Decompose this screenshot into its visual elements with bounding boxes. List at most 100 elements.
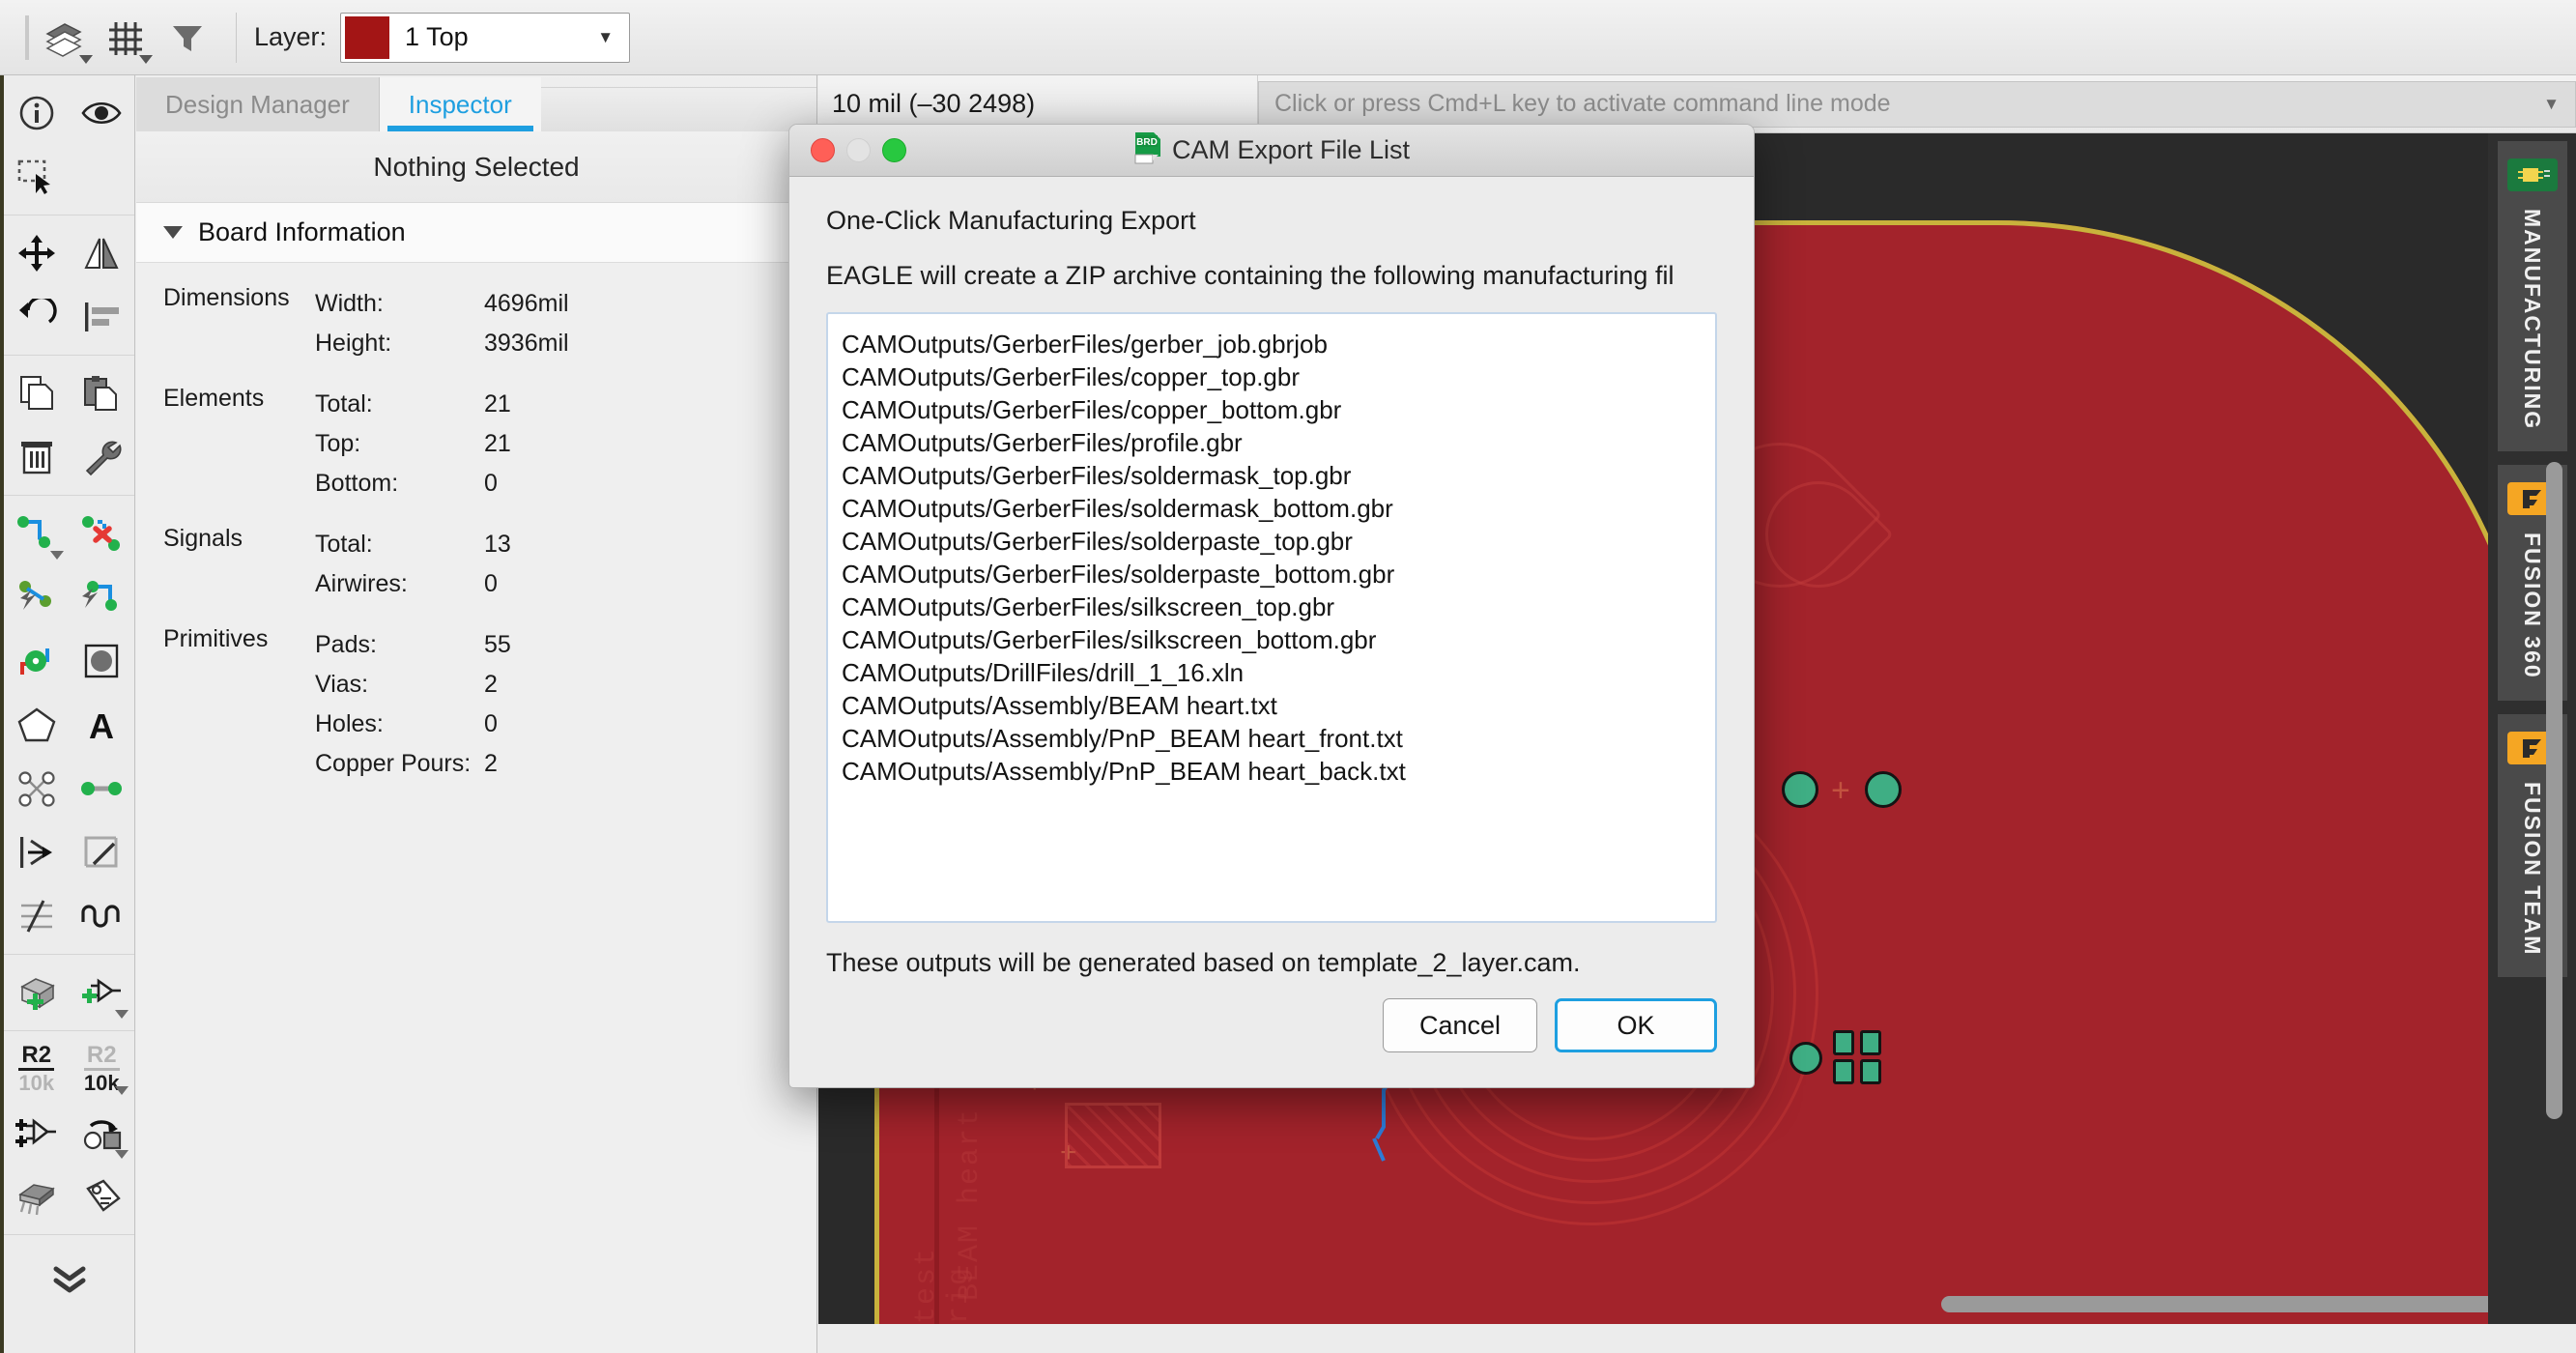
board-information-header[interactable]: Board Information bbox=[136, 203, 816, 263]
move-icon[interactable] bbox=[4, 221, 70, 285]
miter-icon[interactable] bbox=[4, 820, 70, 884]
tab-inspector[interactable]: Inspector bbox=[380, 77, 541, 131]
delete-icon[interactable] bbox=[4, 425, 70, 489]
list-item[interactable]: CAMOutputs/Assembly/PnP_BEAM heart_back.… bbox=[838, 755, 1715, 788]
component-pad[interactable] bbox=[1789, 1042, 1822, 1075]
text-icon[interactable]: A bbox=[70, 693, 135, 757]
list-item[interactable]: CAMOutputs/GerberFiles/solderpaste_botto… bbox=[838, 558, 1715, 590]
list-item[interactable]: CAMOutputs/GerberFiles/profile.gbr bbox=[838, 426, 1715, 459]
silkscreen-text: test rig bbox=[910, 1187, 976, 1324]
tool-palette: A bbox=[0, 75, 135, 1353]
replace-icon[interactable] bbox=[70, 1101, 135, 1165]
list-item[interactable]: CAMOutputs/GerberFiles/solderpaste_top.g… bbox=[838, 525, 1715, 558]
layer-label: Layer: bbox=[254, 22, 327, 52]
chevron-double-down-icon[interactable] bbox=[4, 1235, 134, 1322]
autoroute-icon[interactable] bbox=[4, 565, 70, 629]
add-package-icon[interactable] bbox=[4, 961, 70, 1024]
list-item[interactable]: CAMOutputs/Assembly/PnP_BEAM heart_front… bbox=[838, 722, 1715, 755]
chevron-down-icon[interactable]: ▼ bbox=[2543, 95, 2560, 114]
ratsnest-icon[interactable] bbox=[4, 757, 70, 820]
group-label: Dimensions bbox=[163, 284, 290, 312]
grid-icon[interactable] bbox=[95, 8, 157, 68]
info-icon[interactable] bbox=[4, 81, 70, 145]
via-icon[interactable] bbox=[4, 629, 70, 693]
info-key: Airwires: bbox=[315, 570, 484, 598]
list-item[interactable]: CAMOutputs/GerberFiles/silkscreen_top.gb… bbox=[838, 590, 1715, 623]
polygon-icon[interactable] bbox=[4, 693, 70, 757]
info-value: 2 bbox=[484, 671, 498, 699]
name-icon[interactable]: R210k bbox=[4, 1037, 70, 1101]
tool-group-inspect bbox=[4, 75, 134, 216]
info-row: Top: 21 bbox=[315, 424, 816, 464]
dialog-titlebar[interactable]: BRD CAM Export File List bbox=[789, 125, 1754, 177]
component-pad[interactable] bbox=[1860, 1059, 1881, 1084]
attribute-icon[interactable] bbox=[70, 1165, 135, 1228]
horizontal-scrollbar[interactable] bbox=[1941, 1296, 2488, 1312]
list-item[interactable]: CAMOutputs/GerberFiles/copper_bottom.gbr bbox=[838, 393, 1715, 426]
command-line-input[interactable]: Click or press Cmd+L key to activate com… bbox=[1258, 81, 2576, 128]
chevron-down-icon[interactable]: ▼ bbox=[597, 28, 614, 47]
right-tab-label: FUSION TEAM bbox=[2519, 782, 2545, 956]
meander-icon[interactable] bbox=[70, 884, 135, 948]
via-pad[interactable] bbox=[1782, 771, 1818, 808]
route-airwire-icon[interactable] bbox=[70, 565, 135, 629]
list-item[interactable]: CAMOutputs/Assembly/BEAM heart.txt bbox=[838, 689, 1715, 722]
package-icon[interactable] bbox=[4, 1165, 70, 1228]
info-row: Airwires: 0 bbox=[315, 564, 816, 604]
info-value: 4696mil bbox=[484, 290, 569, 318]
smd-pad-icon[interactable] bbox=[70, 629, 135, 693]
svg-text:A: A bbox=[89, 706, 114, 744]
component-footprint[interactable] bbox=[1065, 1103, 1161, 1168]
list-item[interactable]: CAMOutputs/DrillFiles/drill_1_16.xln bbox=[838, 656, 1715, 689]
vertical-scrollbar[interactable] bbox=[2546, 462, 2562, 1119]
value-tag-top: R2 bbox=[84, 1044, 120, 1071]
component-pad[interactable] bbox=[1833, 1059, 1854, 1084]
layer-color-swatch bbox=[345, 16, 389, 59]
tab-design-manager[interactable]: Design Manager bbox=[136, 77, 380, 131]
list-item[interactable]: CAMOutputs/GerberFiles/soldermask_top.gb… bbox=[838, 459, 1715, 492]
file-list[interactable]: CAMOutputs/GerberFiles/gerber_job.gbrjob… bbox=[826, 312, 1717, 923]
list-item[interactable]: CAMOutputs/GerberFiles/silkscreen_bottom… bbox=[838, 623, 1715, 656]
svg-text:BRD: BRD bbox=[1136, 137, 1158, 148]
add-part-icon[interactable] bbox=[70, 961, 135, 1024]
eye-icon[interactable] bbox=[70, 81, 135, 145]
list-item[interactable]: CAMOutputs/GerberFiles/copper_top.gbr bbox=[838, 360, 1715, 393]
info-value: 55 bbox=[484, 631, 511, 659]
via-pad[interactable] bbox=[1865, 771, 1902, 808]
align-icon[interactable] bbox=[70, 285, 135, 349]
wrench-icon[interactable] bbox=[70, 425, 135, 489]
filter-icon[interactable] bbox=[157, 8, 218, 68]
marquee-select-icon[interactable] bbox=[4, 145, 70, 209]
rotate-icon[interactable] bbox=[4, 285, 70, 349]
ok-button[interactable]: OK bbox=[1555, 998, 1717, 1052]
ripup-icon[interactable] bbox=[70, 502, 135, 565]
value-icon[interactable]: R210k bbox=[70, 1037, 135, 1101]
add-gate-icon[interactable] bbox=[4, 1101, 70, 1165]
info-group-primitives: Primitives Pads: 55 Vias: 2 Holes: 0 bbox=[136, 625, 816, 784]
info-row: Width: 4696mil bbox=[315, 284, 816, 324]
toolbar-grip[interactable] bbox=[25, 15, 29, 60]
layers-icon[interactable] bbox=[33, 8, 95, 68]
info-value: 3936mil bbox=[484, 330, 569, 358]
mirror-icon[interactable] bbox=[70, 221, 135, 285]
component-pad[interactable] bbox=[1833, 1030, 1854, 1055]
copy-icon[interactable] bbox=[4, 361, 70, 425]
paste-icon[interactable] bbox=[70, 361, 135, 425]
list-item[interactable]: CAMOutputs/GerberFiles/soldermask_bottom… bbox=[838, 492, 1715, 525]
right-tab-label: MANUFACTURING bbox=[2519, 209, 2545, 430]
dialog-button-row: Cancel OK bbox=[1383, 998, 1717, 1052]
list-item[interactable]: CAMOutputs/GerberFiles/gerber_job.gbrjob bbox=[838, 328, 1715, 360]
group-label: Signals bbox=[163, 525, 243, 553]
dimension-icon[interactable] bbox=[4, 884, 70, 948]
cancel-button[interactable]: Cancel bbox=[1383, 998, 1537, 1052]
wire-icon[interactable] bbox=[70, 757, 135, 820]
right-tab-manufacturing[interactable]: MANUFACTURING bbox=[2498, 141, 2567, 451]
disclosure-triangle-icon[interactable] bbox=[163, 226, 183, 239]
info-group-signals: Signals Total: 13 Airwires: 0 bbox=[136, 525, 816, 604]
layer-select[interactable]: 1 Top ▼ bbox=[340, 13, 630, 63]
info-key: Total: bbox=[315, 390, 484, 418]
component-pad[interactable] bbox=[1860, 1030, 1881, 1055]
route-icon[interactable] bbox=[4, 502, 70, 565]
info-value: 21 bbox=[484, 390, 511, 418]
split-icon[interactable] bbox=[70, 820, 135, 884]
